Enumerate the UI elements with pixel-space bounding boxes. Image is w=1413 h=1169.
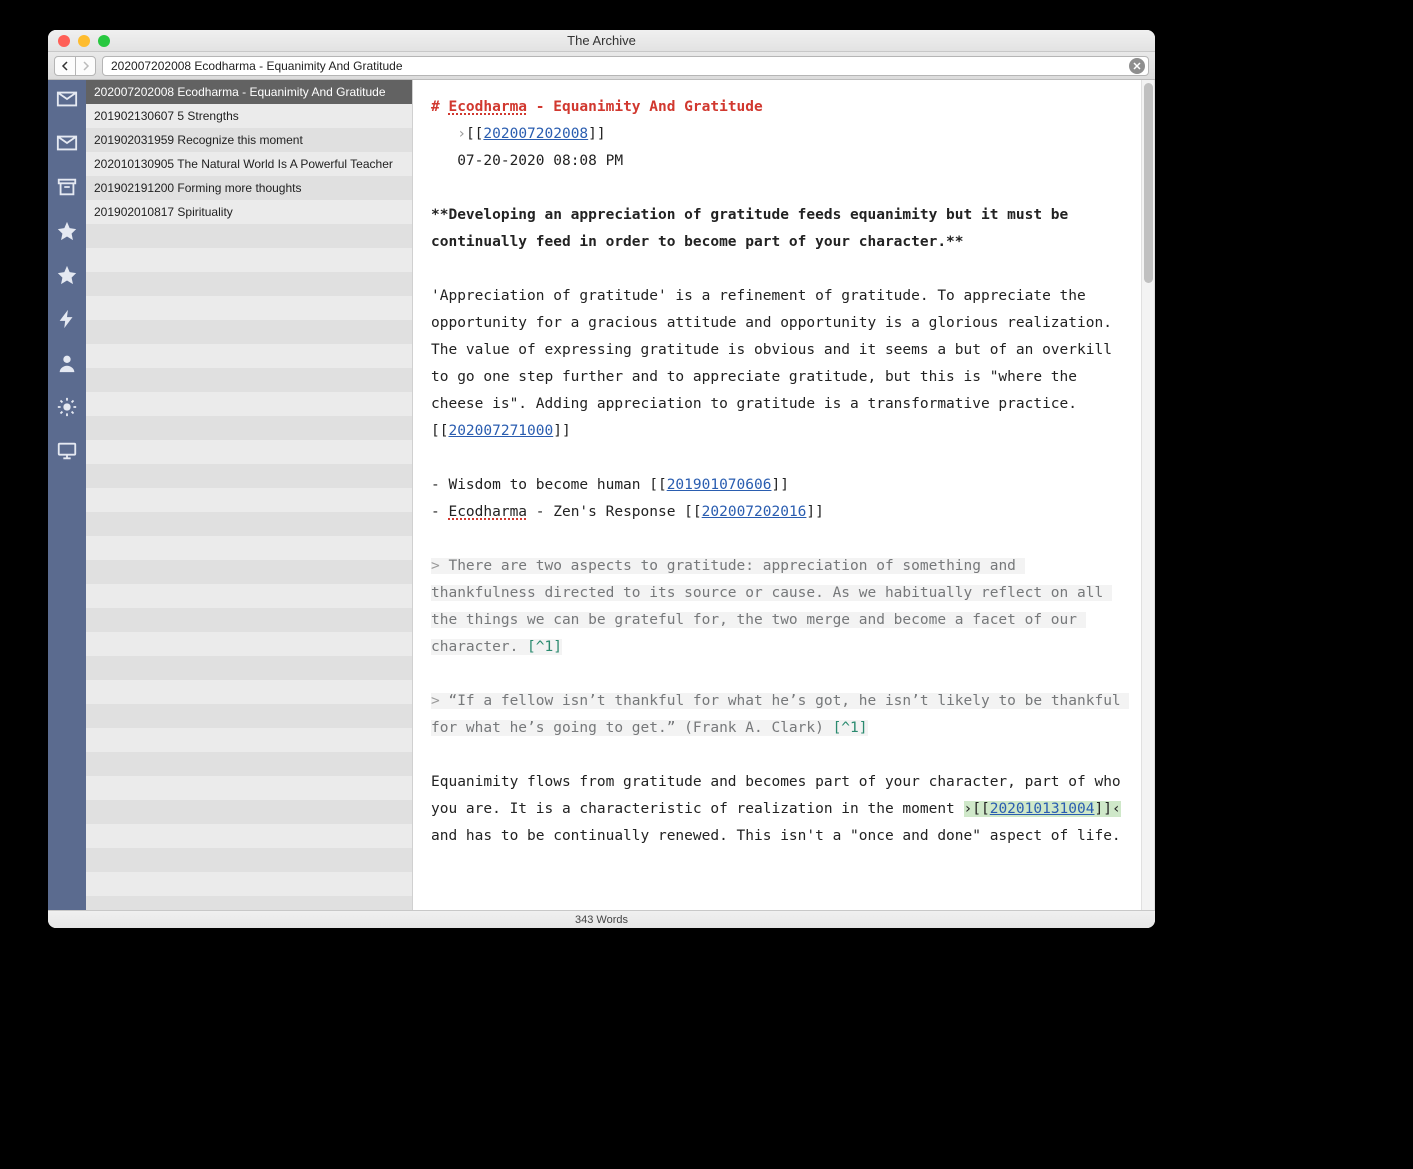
search-wrap (102, 56, 1149, 76)
envelope-icon[interactable] (56, 88, 78, 110)
app-window: The Archive (48, 30, 1155, 928)
paragraph: 'Appreciation of gratitude' is a refinem… (431, 288, 1121, 439)
forward-button[interactable] (75, 57, 95, 75)
close-button[interactable] (58, 35, 70, 47)
archive-box-icon[interactable] (56, 176, 78, 198)
bracket: ]] (553, 423, 570, 439)
note-item[interactable]: 202010130905 The Natural World Is A Powe… (86, 152, 412, 176)
meta-date: 07-20-2020 08:08 PM (457, 153, 623, 169)
note-item[interactable]: 201902130607 5 Strengths (86, 104, 412, 128)
note-item[interactable]: 202007202008 Ecodharma - Equanimity And … (86, 80, 412, 104)
bracket: ]] (806, 504, 823, 520)
quote-text: “If a fellow isn’t thankful for what he’… (431, 693, 1129, 736)
statusbar: 343 Words (48, 910, 1155, 928)
zoom-button[interactable] (98, 35, 110, 47)
editor-wrap: # Ecodharma - Equanimity And Gratitude ›… (412, 80, 1155, 910)
heading-word: Ecodharma (448, 99, 527, 115)
bracket: ]] (771, 477, 788, 493)
star-icon[interactable] (56, 264, 78, 286)
wikilink[interactable]: 201901070606 (667, 477, 772, 493)
spell-word: Ecodharma (448, 504, 527, 520)
bullet: - Wisdom to become human [[ (431, 477, 667, 493)
summary-bold: **Developing an appreciation of gratitud… (431, 207, 1077, 250)
footnote-ref[interactable]: [^1] (527, 639, 562, 655)
meta-marker: › (457, 126, 466, 142)
highlight: ›[[202010131004]]‹ (964, 801, 1121, 817)
chevron-right-icon (82, 61, 90, 71)
back-button[interactable] (55, 57, 75, 75)
quote-marker: > (431, 558, 448, 574)
wikilink[interactable]: 202007202016 (702, 504, 807, 520)
titlebar: The Archive (48, 30, 1155, 52)
toolbar (48, 52, 1155, 80)
note-item[interactable]: 201902191200 Forming more thoughts (86, 176, 412, 200)
note-list[interactable]: 202007202008 Ecodharma - Equanimity And … (86, 80, 412, 910)
body: 202007202008 Ecodharma - Equanimity And … (48, 80, 1155, 910)
wikilink[interactable]: 202007202008 (483, 126, 588, 142)
scroll-thumb[interactable] (1144, 83, 1153, 283)
wikilink[interactable]: 202010131004 (990, 801, 1095, 817)
editor-scrollbar[interactable] (1141, 80, 1155, 910)
envelope-icon[interactable] (56, 132, 78, 154)
quote-marker: > (431, 693, 448, 709)
window-title: The Archive (48, 33, 1155, 48)
heading-rest: - Equanimity And Gratitude (527, 99, 763, 115)
note-item[interactable]: 201902010817 Spirituality (86, 200, 412, 224)
note-item[interactable]: 201902031959 Recognize this moment (86, 128, 412, 152)
clear-search-button[interactable] (1129, 58, 1145, 74)
bracket: ]] (588, 126, 605, 142)
traffic-lights (48, 35, 110, 47)
bullet: - (431, 504, 448, 520)
bolt-icon[interactable] (56, 308, 78, 330)
word-count: 343 Words (575, 914, 628, 926)
chevron-left-icon (61, 61, 69, 71)
x-icon (1133, 62, 1141, 70)
bullet-mid: - Zen's Response [[ (527, 504, 702, 520)
bracket: [[ (466, 126, 483, 142)
star-icon[interactable] (56, 220, 78, 242)
icon-sidebar (48, 80, 86, 910)
search-input[interactable] (102, 56, 1149, 76)
editor[interactable]: # Ecodharma - Equanimity And Gratitude ›… (413, 80, 1141, 910)
list-filler (86, 224, 412, 910)
monitor-icon[interactable] (56, 440, 78, 462)
nav-buttons (54, 56, 96, 76)
heading-hash: # (431, 99, 440, 115)
minimize-button[interactable] (78, 35, 90, 47)
brightness-icon[interactable] (56, 396, 78, 418)
user-icon[interactable] (56, 352, 78, 374)
wikilink[interactable]: 202007271000 (448, 423, 553, 439)
footnote-ref[interactable]: [^1] (833, 720, 868, 736)
